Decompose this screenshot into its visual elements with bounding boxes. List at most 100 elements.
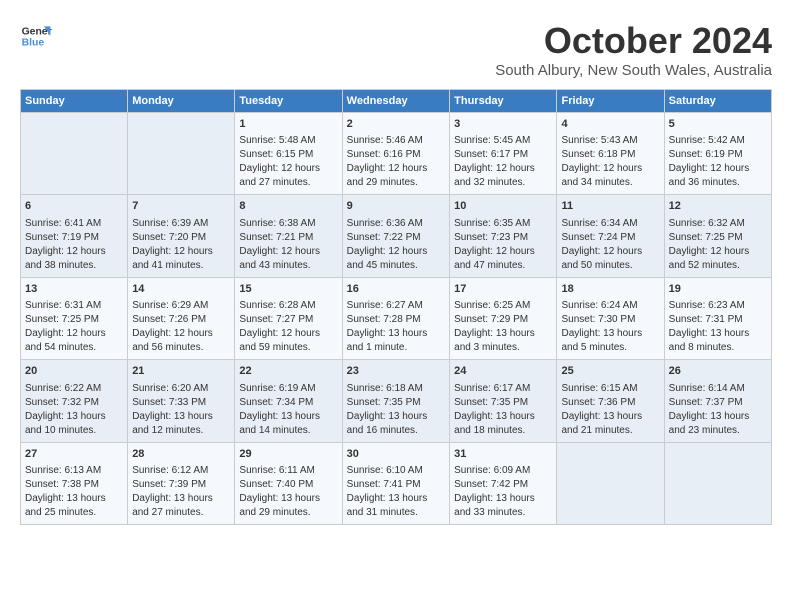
calendar-cell bbox=[128, 113, 235, 195]
calendar-cell: 24Sunrise: 6:17 AMSunset: 7:35 PMDayligh… bbox=[450, 360, 557, 442]
calendar-cell: 28 Sunrise: 6:12 AMSunset: 7:39 PMDayligh… bbox=[128, 442, 235, 524]
calendar-cell: 23Sunrise: 6:18 AMSunset: 7:35 PMDayligh… bbox=[342, 360, 449, 442]
daylight-text: Daylight: 12 hours and 38 minutes. bbox=[25, 245, 123, 273]
sunrise-text: Sunrise: 6:12 AM bbox=[132, 464, 230, 478]
calendar-cell: 12Sunrise: 6:32 AMSunset: 7:25 PMDayligh… bbox=[664, 195, 771, 277]
calendar-cell: 29 Sunrise: 6:11 AMSunset: 7:40 PMDayligh… bbox=[235, 442, 342, 524]
daylight-text: Daylight: 13 hours and 29 minutes. bbox=[239, 492, 337, 520]
title-area: October 2024 South Albury, New South Wal… bbox=[495, 20, 772, 79]
sunset-text: Sunset: 7:21 PM bbox=[239, 231, 337, 245]
calendar-cell: 5 Sunrise: 5:42 AMSunset: 6:19 PMDaylight… bbox=[664, 113, 771, 195]
sunset-text: Sunset: 6:15 PM bbox=[239, 148, 337, 162]
logo-icon: General Blue bbox=[20, 20, 52, 52]
day-number: 29 bbox=[239, 447, 337, 462]
sunset-text: Sunset: 7:38 PM bbox=[25, 478, 123, 492]
calendar-cell bbox=[664, 442, 771, 524]
sunset-text: Sunset: 7:26 PM bbox=[132, 313, 230, 327]
weekday-header: Sunday bbox=[21, 90, 128, 113]
sunrise-text: Sunrise: 6:41 AM bbox=[25, 217, 123, 231]
sunset-text: Sunset: 7:40 PM bbox=[239, 478, 337, 492]
daylight-text: Daylight: 13 hours and 8 minutes. bbox=[669, 327, 767, 355]
calendar-cell: 26Sunrise: 6:14 AMSunset: 7:37 PMDayligh… bbox=[664, 360, 771, 442]
sunrise-text: Sunrise: 6:27 AM bbox=[347, 299, 445, 313]
daylight-text: Daylight: 13 hours and 16 minutes. bbox=[347, 410, 445, 438]
page-header: General Blue October 2024 South Albury, … bbox=[20, 20, 772, 79]
sunset-text: Sunset: 7:31 PM bbox=[669, 313, 767, 327]
day-number: 15 bbox=[239, 282, 337, 297]
sunset-text: Sunset: 7:37 PM bbox=[669, 396, 767, 410]
calendar-week-row: 6Sunrise: 6:41 AMSunset: 7:19 PMDaylight… bbox=[21, 195, 772, 277]
weekday-header: Thursday bbox=[450, 90, 557, 113]
sunrise-text: Sunrise: 6:34 AM bbox=[561, 217, 659, 231]
day-number: 10 bbox=[454, 199, 552, 214]
calendar-table: SundayMondayTuesdayWednesdayThursdayFrid… bbox=[20, 89, 772, 525]
day-number: 28 bbox=[132, 447, 230, 462]
calendar-cell: 22Sunrise: 6:19 AMSunset: 7:34 PMDayligh… bbox=[235, 360, 342, 442]
calendar-cell: 8Sunrise: 6:38 AMSunset: 7:21 PMDaylight… bbox=[235, 195, 342, 277]
calendar-cell: 21Sunrise: 6:20 AMSunset: 7:33 PMDayligh… bbox=[128, 360, 235, 442]
calendar-cell: 17Sunrise: 6:25 AMSunset: 7:29 PMDayligh… bbox=[450, 277, 557, 359]
calendar-cell: 3Sunrise: 5:45 AMSunset: 6:17 PMDaylight… bbox=[450, 113, 557, 195]
daylight-text: Daylight: 12 hours and 36 minutes. bbox=[669, 162, 767, 190]
sunrise-text: Sunrise: 6:28 AM bbox=[239, 299, 337, 313]
calendar-cell: 9Sunrise: 6:36 AMSunset: 7:22 PMDaylight… bbox=[342, 195, 449, 277]
day-number: 5 bbox=[669, 117, 767, 132]
day-number: 1 bbox=[239, 117, 337, 132]
daylight-text: Daylight: 12 hours and 27 minutes. bbox=[239, 162, 337, 190]
sunset-text: Sunset: 7:32 PM bbox=[25, 396, 123, 410]
sunrise-text: Sunrise: 6:32 AM bbox=[669, 217, 767, 231]
sunrise-text: Sunrise: 6:11 AM bbox=[239, 464, 337, 478]
month-title: October 2024 bbox=[495, 20, 772, 62]
daylight-text: Daylight: 12 hours and 41 minutes. bbox=[132, 245, 230, 273]
daylight-text: Daylight: 13 hours and 27 minutes. bbox=[132, 492, 230, 520]
daylight-text: Daylight: 13 hours and 33 minutes. bbox=[454, 492, 552, 520]
sunrise-text: Sunrise: 6:17 AM bbox=[454, 382, 552, 396]
sunrise-text: Sunrise: 6:10 AM bbox=[347, 464, 445, 478]
calendar-cell: 16Sunrise: 6:27 AMSunset: 7:28 PMDayligh… bbox=[342, 277, 449, 359]
sunset-text: Sunset: 7:24 PM bbox=[561, 231, 659, 245]
sunrise-text: Sunrise: 5:42 AM bbox=[669, 134, 767, 148]
svg-text:Blue: Blue bbox=[22, 38, 45, 49]
daylight-text: Daylight: 12 hours and 47 minutes. bbox=[454, 245, 552, 273]
day-number: 16 bbox=[347, 282, 445, 297]
day-number: 23 bbox=[347, 364, 445, 379]
weekday-header: Wednesday bbox=[342, 90, 449, 113]
sunset-text: Sunset: 7:39 PM bbox=[132, 478, 230, 492]
sunset-text: Sunset: 6:19 PM bbox=[669, 148, 767, 162]
daylight-text: Daylight: 13 hours and 25 minutes. bbox=[25, 492, 123, 520]
day-number: 24 bbox=[454, 364, 552, 379]
daylight-text: Daylight: 13 hours and 3 minutes. bbox=[454, 327, 552, 355]
sunset-text: Sunset: 7:36 PM bbox=[561, 396, 659, 410]
day-number: 9 bbox=[347, 199, 445, 214]
daylight-text: Daylight: 13 hours and 14 minutes. bbox=[239, 410, 337, 438]
sunrise-text: Sunrise: 5:45 AM bbox=[454, 134, 552, 148]
sunset-text: Sunset: 7:25 PM bbox=[669, 231, 767, 245]
day-number: 30 bbox=[347, 447, 445, 462]
day-number: 13 bbox=[25, 282, 123, 297]
sunset-text: Sunset: 7:34 PM bbox=[239, 396, 337, 410]
daylight-text: Daylight: 13 hours and 12 minutes. bbox=[132, 410, 230, 438]
sunset-text: Sunset: 7:28 PM bbox=[347, 313, 445, 327]
day-number: 22 bbox=[239, 364, 337, 379]
calendar-cell: 7Sunrise: 6:39 AMSunset: 7:20 PMDaylight… bbox=[128, 195, 235, 277]
day-number: 20 bbox=[25, 364, 123, 379]
daylight-text: Daylight: 12 hours and 45 minutes. bbox=[347, 245, 445, 273]
daylight-text: Daylight: 13 hours and 5 minutes. bbox=[561, 327, 659, 355]
daylight-text: Daylight: 12 hours and 59 minutes. bbox=[239, 327, 337, 355]
day-number: 21 bbox=[132, 364, 230, 379]
daylight-text: Daylight: 13 hours and 23 minutes. bbox=[669, 410, 767, 438]
calendar-cell: 19Sunrise: 6:23 AMSunset: 7:31 PMDayligh… bbox=[664, 277, 771, 359]
calendar-week-row: 13Sunrise: 6:31 AMSunset: 7:25 PMDayligh… bbox=[21, 277, 772, 359]
daylight-text: Daylight: 12 hours and 54 minutes. bbox=[25, 327, 123, 355]
sunset-text: Sunset: 7:35 PM bbox=[454, 396, 552, 410]
calendar-week-row: 1Sunrise: 5:48 AMSunset: 6:15 PMDaylight… bbox=[21, 113, 772, 195]
calendar-cell: 6Sunrise: 6:41 AMSunset: 7:19 PMDaylight… bbox=[21, 195, 128, 277]
sunrise-text: Sunrise: 6:29 AM bbox=[132, 299, 230, 313]
daylight-text: Daylight: 12 hours and 29 minutes. bbox=[347, 162, 445, 190]
daylight-text: Daylight: 13 hours and 21 minutes. bbox=[561, 410, 659, 438]
day-number: 27 bbox=[25, 447, 123, 462]
calendar-week-row: 27Sunrise: 6:13 AMSunset: 7:38 PMDayligh… bbox=[21, 442, 772, 524]
sunset-text: Sunset: 7:23 PM bbox=[454, 231, 552, 245]
day-number: 12 bbox=[669, 199, 767, 214]
sunset-text: Sunset: 7:25 PM bbox=[25, 313, 123, 327]
